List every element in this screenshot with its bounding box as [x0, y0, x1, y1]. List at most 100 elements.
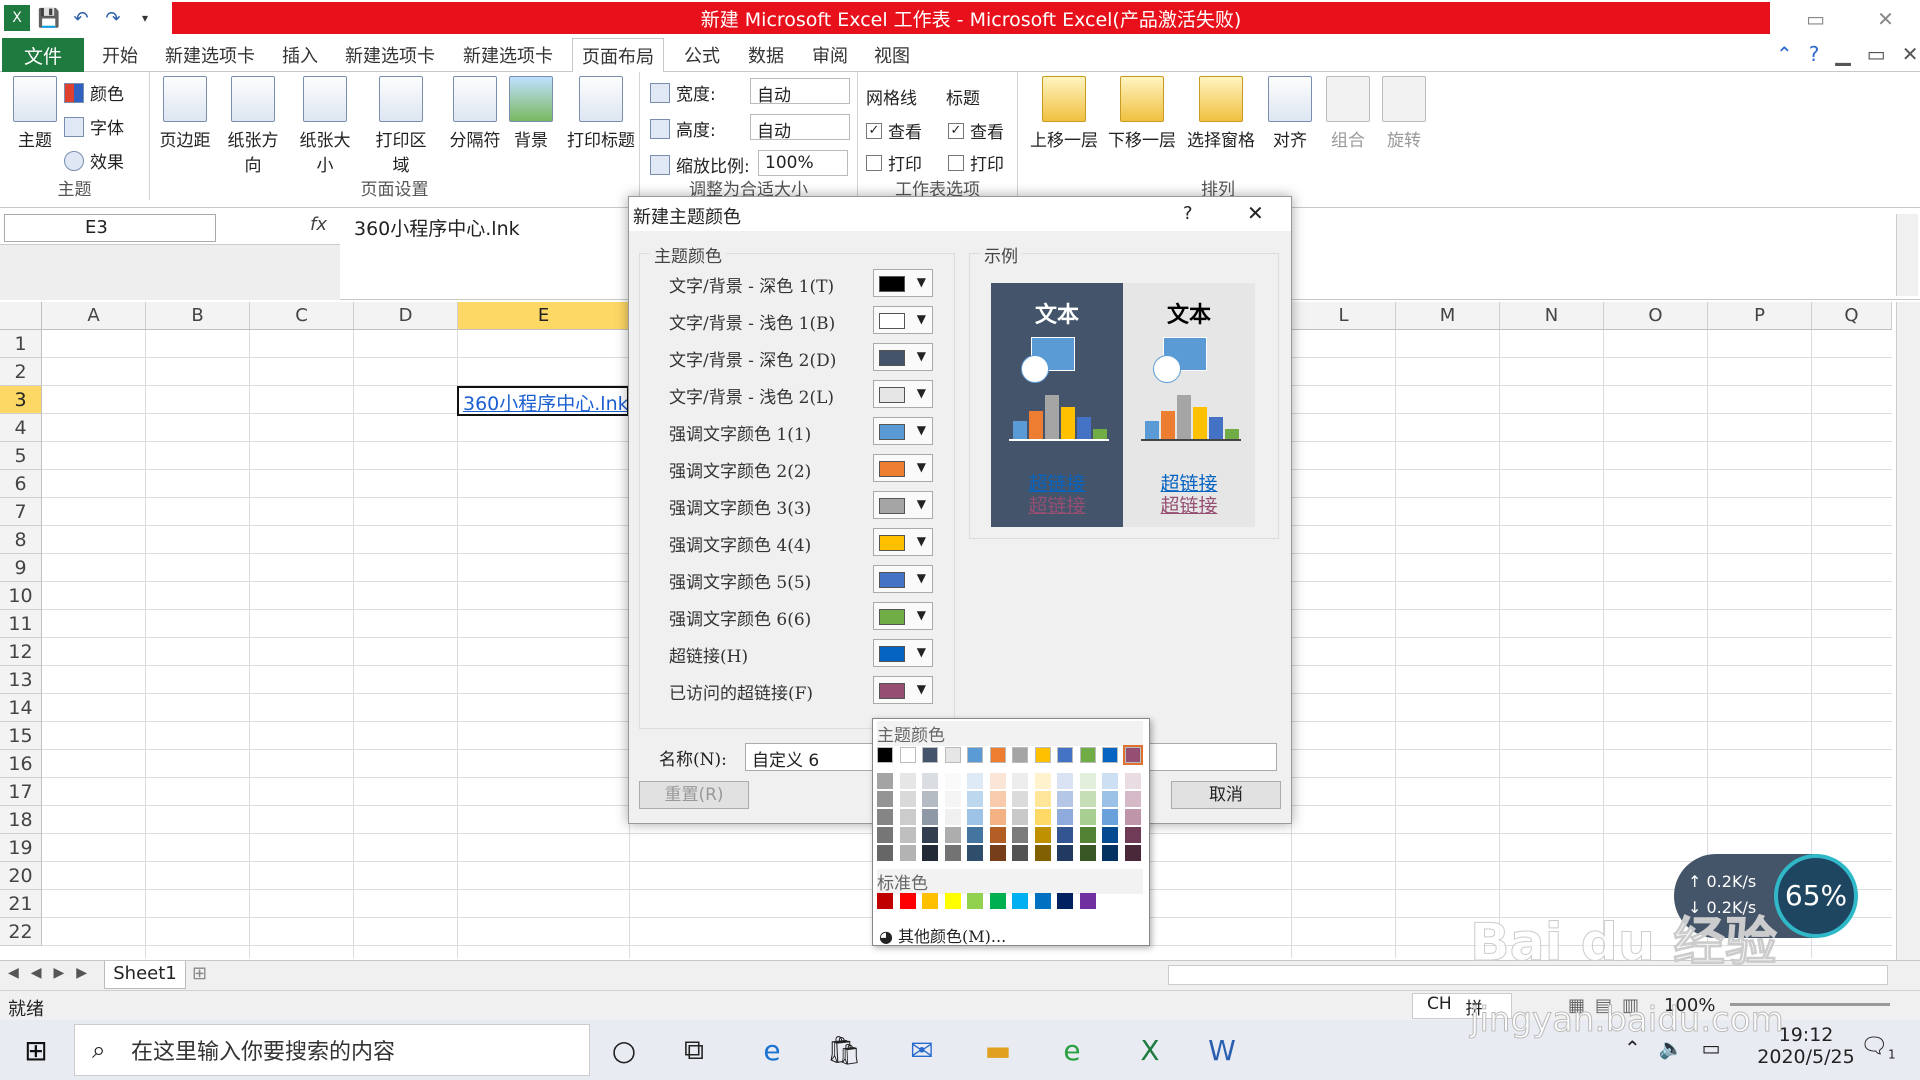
- column-header[interactable]: N: [1500, 302, 1604, 330]
- file-explorer-icon[interactable]: ▬: [976, 1028, 1020, 1072]
- colors-button[interactable]: 颜色: [64, 80, 124, 105]
- palette-swatch[interactable]: [877, 827, 893, 843]
- palette-swatch[interactable]: [967, 845, 983, 861]
- palette-standard-swatch[interactable]: [989, 893, 1006, 909]
- row-header[interactable]: 12: [0, 638, 42, 666]
- notification-icon[interactable]: 🗨1: [1860, 1034, 1896, 1061]
- palette-swatch[interactable]: [1124, 845, 1141, 861]
- size-button[interactable]: 纸张大小: [292, 76, 358, 176]
- row-header[interactable]: 7: [0, 498, 42, 526]
- cancel-button[interactable]: 取消: [1171, 781, 1281, 809]
- doc-restore-icon[interactable]: ▭: [1867, 42, 1886, 66]
- palette-standard-swatch[interactable]: [1079, 893, 1096, 909]
- minimize-ribbon-icon[interactable]: ⌃: [1776, 42, 1793, 66]
- color-picker-button[interactable]: ▼: [873, 380, 933, 408]
- palette-swatch[interactable]: [1102, 845, 1118, 861]
- palette-swatch[interactable]: [1079, 773, 1096, 789]
- column-header[interactable]: L: [1292, 302, 1396, 330]
- fonts-button[interactable]: 字体: [64, 114, 124, 139]
- row-header[interactable]: 21: [0, 890, 42, 918]
- row-header[interactable]: 3: [0, 386, 42, 414]
- palette-swatch[interactable]: [899, 773, 916, 789]
- sheet-tab-sheet1[interactable]: Sheet1: [104, 961, 186, 989]
- edge-icon[interactable]: e: [750, 1028, 794, 1072]
- palette-swatch[interactable]: [989, 845, 1006, 861]
- align-button[interactable]: 对齐: [1262, 76, 1318, 151]
- palette-swatch[interactable]: [1124, 827, 1141, 843]
- palette-swatch[interactable]: [989, 791, 1006, 807]
- palette-swatch[interactable]: [877, 747, 893, 763]
- palette-swatch[interactable]: [922, 809, 938, 825]
- column-header[interactable]: Q: [1812, 302, 1892, 330]
- dialog-close-button[interactable]: ✕: [1247, 201, 1264, 225]
- column-header[interactable]: C: [250, 302, 354, 330]
- palette-swatch[interactable]: [944, 791, 961, 807]
- palette-standard-swatch[interactable]: [1012, 893, 1028, 909]
- palette-swatch[interactable]: [877, 845, 893, 861]
- palette-swatch[interactable]: [1057, 809, 1073, 825]
- column-header[interactable]: B: [146, 302, 250, 330]
- fx-icon[interactable]: fx: [310, 214, 327, 235]
- help-icon[interactable]: ?: [1809, 42, 1820, 66]
- palette-swatch[interactable]: [944, 809, 961, 825]
- palette-swatch[interactable]: [1124, 773, 1141, 789]
- selected-cell-e3[interactable]: 360小程序中心.lnk: [457, 386, 629, 416]
- palette-swatch[interactable]: [922, 791, 938, 807]
- palette-swatch[interactable]: [1012, 845, 1028, 861]
- height-select[interactable]: 自动: [750, 114, 850, 142]
- formula-input[interactable]: 360小程序中心.lnk: [354, 214, 520, 241]
- palette-standard-swatch[interactable]: [944, 893, 961, 909]
- scale-input[interactable]: 100%: [758, 150, 848, 176]
- palette-swatch[interactable]: [899, 747, 916, 763]
- palette-swatch[interactable]: [1034, 791, 1051, 807]
- palette-swatch[interactable]: [922, 747, 938, 763]
- palette-standard-swatch[interactable]: [899, 893, 916, 909]
- color-picker-button[interactable]: ▼: [873, 565, 933, 593]
- palette-swatch[interactable]: [1012, 773, 1028, 789]
- color-picker-button[interactable]: ▼: [873, 676, 933, 704]
- palette-swatch[interactable]: [922, 827, 938, 843]
- row-header[interactable]: 16: [0, 750, 42, 778]
- margins-button[interactable]: 页边距: [152, 76, 218, 151]
- customize-qat-icon[interactable]: ▾: [132, 5, 158, 31]
- palette-swatch[interactable]: [989, 809, 1006, 825]
- select-all-corner[interactable]: [0, 302, 42, 330]
- palette-swatch[interactable]: [1079, 747, 1096, 763]
- column-header[interactable]: P: [1708, 302, 1812, 330]
- row-header[interactable]: 10: [0, 582, 42, 610]
- palette-swatch[interactable]: [1124, 809, 1141, 825]
- palette-swatch[interactable]: [1057, 791, 1073, 807]
- palette-swatch[interactable]: [1012, 747, 1028, 763]
- gridlines-view-checkbox[interactable]: ✓ 查看: [866, 118, 922, 143]
- background-button[interactable]: 背景: [498, 76, 564, 151]
- tab-data[interactable]: 数据: [740, 38, 792, 72]
- palette-swatch[interactable]: [967, 827, 983, 843]
- palette-swatch[interactable]: [1034, 845, 1051, 861]
- row-header[interactable]: 4: [0, 414, 42, 442]
- palette-swatch[interactable]: [922, 773, 938, 789]
- palette-swatch[interactable]: [967, 791, 983, 807]
- palette-swatch[interactable]: [899, 809, 916, 825]
- bring-forward-button[interactable]: 上移一层: [1026, 76, 1102, 151]
- row-header[interactable]: 2: [0, 358, 42, 386]
- row-header[interactable]: 11: [0, 610, 42, 638]
- row-header[interactable]: 1: [0, 330, 42, 358]
- palette-swatch[interactable]: [877, 809, 893, 825]
- row-header[interactable]: 19: [0, 834, 42, 862]
- color-picker-button[interactable]: ▼: [873, 269, 933, 297]
- palette-swatch[interactable]: [1034, 747, 1051, 763]
- palette-swatch[interactable]: [1102, 773, 1118, 789]
- palette-swatch[interactable]: [989, 827, 1006, 843]
- row-header[interactable]: 13: [0, 666, 42, 694]
- effects-button[interactable]: 效果: [64, 148, 124, 173]
- palette-swatch[interactable]: [1034, 773, 1051, 789]
- palette-swatch[interactable]: [1034, 809, 1051, 825]
- palette-swatch[interactable]: [1102, 809, 1118, 825]
- color-picker-button[interactable]: ▼: [873, 417, 933, 445]
- palette-swatch[interactable]: [877, 773, 893, 789]
- column-header[interactable]: M: [1396, 302, 1500, 330]
- palette-swatch[interactable]: [967, 809, 983, 825]
- row-header[interactable]: 14: [0, 694, 42, 722]
- palette-standard-swatch[interactable]: [1034, 893, 1051, 909]
- row-header[interactable]: 5: [0, 442, 42, 470]
